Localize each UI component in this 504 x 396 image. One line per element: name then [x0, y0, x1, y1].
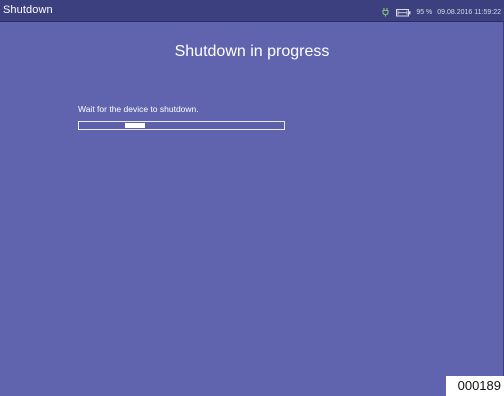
battery-percent: 95 %	[416, 8, 433, 16]
battery-icon	[396, 8, 411, 17]
progress-bar	[78, 121, 285, 130]
status-area: 95 % 09.08.2016 11:59:22	[381, 6, 501, 18]
progress-indicator	[125, 123, 145, 128]
title-bar: Shutdown 95 % 09.08.2016 11:59:22	[0, 0, 504, 22]
device-screen: Shutdown 95 % 09.08.2016 11:59:22 Shutdo…	[0, 0, 504, 396]
status-message: Wait for the device to shutdown.	[78, 104, 199, 114]
datetime: 09.08.2016 11:59:22	[437, 8, 501, 16]
figure-number-label: 000189	[446, 376, 504, 396]
plug-icon	[381, 7, 391, 17]
page-heading: Shutdown in progress	[174, 43, 330, 60]
window-title: Shutdown	[3, 4, 53, 16]
